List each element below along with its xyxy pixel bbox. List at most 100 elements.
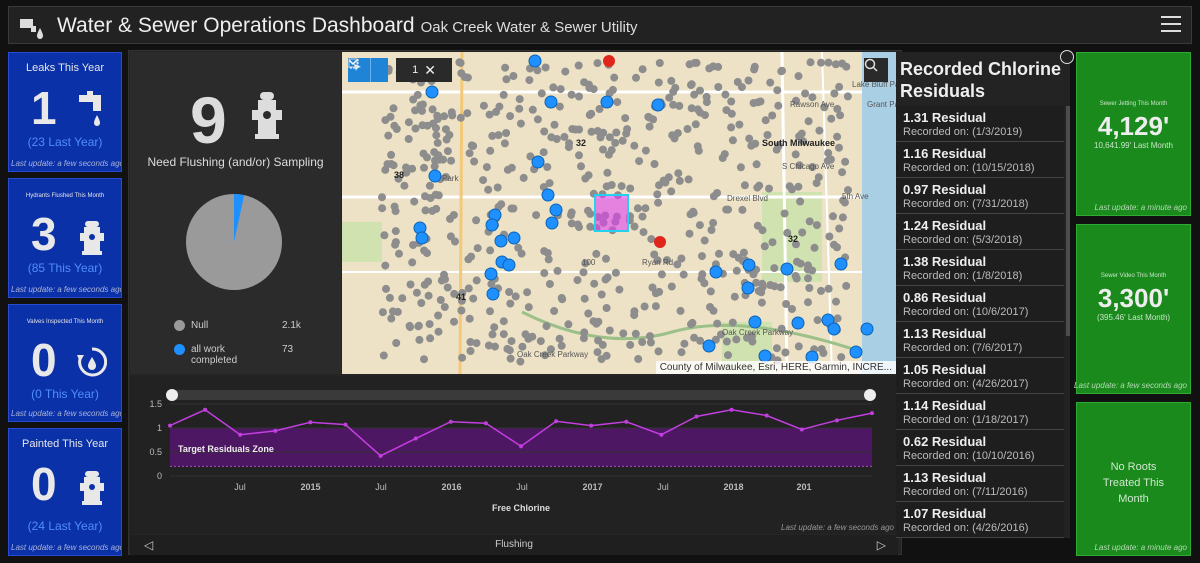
data-point[interactable] xyxy=(589,423,594,428)
hydrants-flushed-card[interactable]: Hydrants Flushed This Month 3 (85 This Y… xyxy=(8,178,122,298)
flushing-pie-chart[interactable] xyxy=(184,192,284,292)
data-point[interactable] xyxy=(729,407,734,412)
service-point xyxy=(506,354,515,363)
chlorine-list-item[interactable]: 1.07 Residual Recorded on: (4/26/2016) xyxy=(896,502,1064,538)
range-handle-left[interactable] xyxy=(166,389,178,401)
chlorine-list-item[interactable]: 1.38 Residual Recorded on: (1/8/2018) xyxy=(896,250,1064,286)
chlorine-list-item[interactable]: 1.16 Residual Recorded on: (10/15/2018) xyxy=(896,142,1064,178)
map-view[interactable]: South Milwaukee Rawson Ave Drexel Blvd G… xyxy=(342,52,896,374)
data-point[interactable] xyxy=(799,427,804,432)
tab-flushing[interactable]: Flushing xyxy=(130,539,898,550)
chlorine-list-item[interactable]: 1.31 Residual Recorded on: (1/3/2019) xyxy=(896,106,1064,142)
chlorine-list-item[interactable]: 1.13 Residual Recorded on: (7/11/2016) xyxy=(896,466,1064,502)
service-point xyxy=(687,104,696,113)
completed-point[interactable] xyxy=(425,85,439,99)
completed-point[interactable] xyxy=(860,322,874,336)
data-point[interactable] xyxy=(273,428,278,433)
sewer-video-card[interactable]: Sewer Video This Month 3,300' (395.46' L… xyxy=(1074,224,1191,394)
painted-card[interactable]: Painted This Year 0 (24 Last Year) Last … xyxy=(8,428,122,556)
service-point xyxy=(676,306,685,315)
clear-selection-icon[interactable]: ✕ xyxy=(424,62,436,79)
range-slider[interactable] xyxy=(170,390,872,400)
data-point[interactable] xyxy=(413,436,418,441)
map-search-button[interactable] xyxy=(864,58,888,82)
data-point[interactable] xyxy=(378,453,383,458)
completed-point[interactable] xyxy=(544,95,558,109)
completed-point[interactable] xyxy=(709,265,723,279)
selection-count[interactable]: 1 ✕ xyxy=(348,58,452,82)
data-point[interactable] xyxy=(343,422,348,427)
completed-point[interactable] xyxy=(545,216,559,230)
sewer-jetting-card[interactable]: Sewer Jetting This Month 4,129' 10,641.9… xyxy=(1076,52,1191,216)
data-point[interactable] xyxy=(764,413,769,418)
completed-point[interactable] xyxy=(541,188,555,202)
chlorine-list-item[interactable]: 1.14 Residual Recorded on: (1/18/2017) xyxy=(896,394,1064,430)
completed-point[interactable] xyxy=(415,231,429,245)
completed-point[interactable] xyxy=(791,316,805,330)
leak-point[interactable] xyxy=(603,55,615,67)
completed-point[interactable] xyxy=(494,234,508,248)
legend-item-null[interactable]: Null 2.1k xyxy=(174,320,301,331)
select-dropdown-button[interactable] xyxy=(348,58,388,82)
range-handle-right[interactable] xyxy=(864,389,876,401)
data-point[interactable] xyxy=(448,419,453,424)
chlorine-list-item[interactable]: 1.13 Residual Recorded on: (7/6/2017) xyxy=(896,322,1064,358)
chlorine-list-item[interactable]: 1.24 Residual Recorded on: (5/3/2018) xyxy=(896,214,1064,250)
completed-point[interactable] xyxy=(502,258,516,272)
completed-point[interactable] xyxy=(531,155,545,169)
completed-point[interactable] xyxy=(849,345,863,359)
data-point[interactable] xyxy=(870,411,874,416)
service-point xyxy=(630,222,639,231)
completed-point[interactable] xyxy=(651,98,665,112)
service-point xyxy=(715,249,723,258)
roots-treated-card[interactable]: No Roots Treated This Month Last update:… xyxy=(1076,402,1191,556)
card-update: Last update: a few seconds ago xyxy=(1074,381,1187,390)
completed-point[interactable] xyxy=(702,339,716,353)
legend-item-completed[interactable]: all work completed 73 xyxy=(174,344,324,366)
chlorine-list-item[interactable]: 0.62 Residual Recorded on: (10/10/2016) xyxy=(896,430,1064,466)
completed-point[interactable] xyxy=(486,287,500,301)
completed-point[interactable] xyxy=(549,203,563,217)
completed-point[interactable] xyxy=(600,95,614,109)
data-point[interactable] xyxy=(834,418,839,423)
chlorine-list-item[interactable]: 0.86 Residual Recorded on: (10/6/2017) xyxy=(896,286,1064,322)
completed-point[interactable] xyxy=(428,169,442,183)
data-point[interactable] xyxy=(238,432,243,437)
leaks-card[interactable]: Leaks This Year 1 (23 Last Year) Last up… xyxy=(8,52,122,172)
selected-feature[interactable] xyxy=(594,194,629,232)
completed-point[interactable] xyxy=(528,54,542,68)
data-point[interactable] xyxy=(659,432,664,437)
service-point xyxy=(501,63,510,72)
data-point[interactable] xyxy=(308,420,313,425)
data-point[interactable] xyxy=(554,419,559,424)
completed-point[interactable] xyxy=(742,258,756,272)
recorded-date: Recorded on: (4/26/2016) xyxy=(903,522,1029,534)
next-tab-icon[interactable]: ▷ xyxy=(877,538,886,552)
completed-point[interactable] xyxy=(484,267,498,281)
completed-point[interactable] xyxy=(741,281,755,295)
leak-point[interactable] xyxy=(654,236,666,248)
service-point xyxy=(389,104,398,113)
data-point[interactable] xyxy=(203,407,208,412)
data-point[interactable] xyxy=(624,419,629,424)
completed-point[interactable] xyxy=(834,257,848,271)
map-label: Ryan Rd xyxy=(642,258,674,267)
completed-point[interactable] xyxy=(507,231,521,245)
service-point xyxy=(553,266,562,275)
data-point[interactable] xyxy=(168,423,172,428)
data-point[interactable] xyxy=(483,421,488,426)
completed-point[interactable] xyxy=(485,218,499,232)
service-point xyxy=(381,116,390,125)
expand-icon[interactable] xyxy=(1060,50,1074,64)
valves-inspected-card[interactable]: Valves Inspected This Month 0 (0 This Ye… xyxy=(8,304,122,422)
chlorine-list-item[interactable]: 0.97 Residual Recorded on: (7/31/2018) xyxy=(896,178,1064,214)
data-point[interactable] xyxy=(519,444,523,449)
chlorine-list-scrollbar[interactable] xyxy=(1066,106,1070,336)
data-point[interactable] xyxy=(694,414,699,419)
completed-point[interactable] xyxy=(780,262,794,276)
service-point xyxy=(824,58,833,67)
completed-point[interactable] xyxy=(748,315,762,329)
menu-icon[interactable] xyxy=(1161,16,1181,34)
completed-point[interactable] xyxy=(827,322,841,336)
chlorine-list-item[interactable]: 1.05 Residual Recorded on: (4/26/2017) xyxy=(896,358,1064,394)
